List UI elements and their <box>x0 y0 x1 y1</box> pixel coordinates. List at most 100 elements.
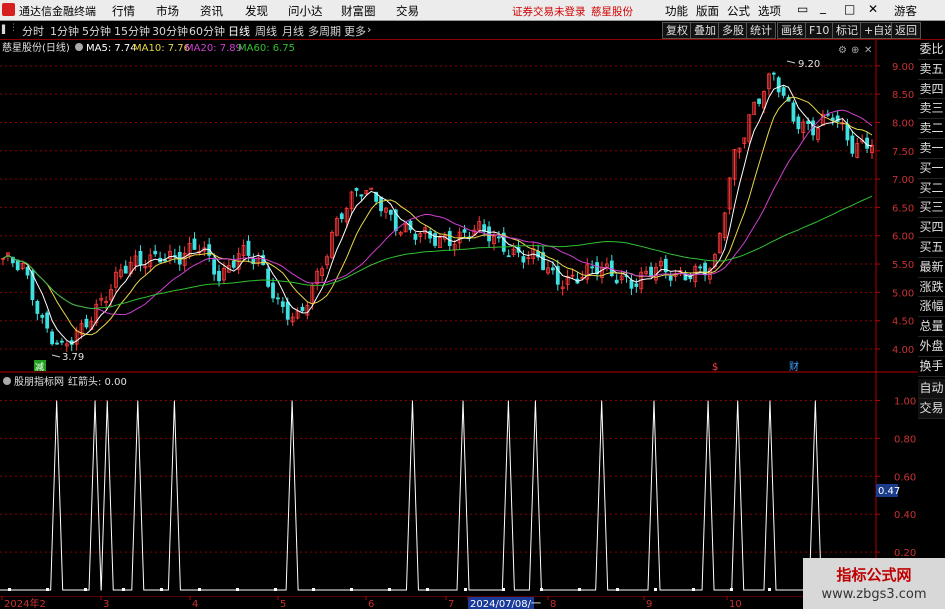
toolbar-menu-icon[interactable]: ▌ <box>2 25 8 34</box>
low-marker: 3.79 <box>62 352 84 363</box>
period-toolbar: ▌ ⋮ 分时 1分钟 5分钟 15分钟 30分钟 60分钟 日线 周线 月线 多… <box>0 21 945 40</box>
candle-body <box>634 283 639 287</box>
minimize-icon[interactable]: _ <box>820 0 826 14</box>
draw-line-button[interactable]: 画线 <box>777 22 807 39</box>
candle-body <box>757 98 761 104</box>
login-notice[interactable]: 证券交易未登录 <box>512 4 586 19</box>
side-button-15[interactable]: 外盘 <box>918 337 945 357</box>
side-button-4[interactable]: 卖二 <box>918 119 945 139</box>
ma-lines <box>2 84 873 345</box>
candle-body <box>50 331 54 345</box>
fuquan-button[interactable]: 复权 <box>662 22 692 39</box>
menu-zixun[interactable]: 资讯 <box>200 3 223 19</box>
candle-body <box>388 209 393 215</box>
window-list-icon[interactable]: ▭ <box>797 2 808 16</box>
candle-body <box>55 342 59 345</box>
side-button-1[interactable]: 卖五 <box>918 59 945 80</box>
menu-faxian[interactable]: 发现 <box>245 3 268 19</box>
x-axis-label: 6 <box>368 599 374 609</box>
kline-chart[interactable]: 9.00 8.50 8.00 7.50 7.00 6.50 6.00 5.50 5.00 4.50… <box>0 40 918 373</box>
maximize-icon[interactable]: □ <box>844 2 855 16</box>
menu-banmian[interactable]: 版面 <box>696 3 719 19</box>
menu-shichang[interactable]: 市场 <box>156 3 179 19</box>
stats-button[interactable]: 统计 <box>746 22 776 39</box>
baseline-dot <box>236 588 239 591</box>
side-button-14[interactable]: 总量 <box>918 317 945 337</box>
side-button-20[interactable]: 交易 <box>918 399 945 419</box>
high-marker-line <box>786 60 796 64</box>
sub-legend-toggle-icon[interactable] <box>3 377 11 385</box>
candle-body <box>791 102 796 122</box>
side-button-19[interactable]: 自动 <box>918 379 945 399</box>
side-button-8[interactable]: 买三 <box>918 198 945 219</box>
side-button-3[interactable]: 卖三 <box>918 99 945 120</box>
baseline-dot <box>46 588 49 591</box>
period-weekly[interactable]: 周线 <box>255 23 277 39</box>
period-daily[interactable]: 日线 <box>228 23 250 39</box>
main-gridlines <box>0 65 876 350</box>
baseline-dot <box>540 588 543 591</box>
f10-button[interactable]: F10 <box>805 22 834 39</box>
period-monthly[interactable]: 月线 <box>282 23 304 39</box>
legend-toggle-icon[interactable] <box>75 43 83 51</box>
side-button-11[interactable]: 最新 <box>918 257 945 278</box>
period-more[interactable]: 更多 <box>344 23 366 39</box>
candle-body <box>771 72 776 75</box>
menu-gongshi[interactable]: 公式 <box>727 3 750 19</box>
side-button-7[interactable]: 买二 <box>918 178 945 199</box>
candle-body <box>192 238 197 250</box>
indicator-chart[interactable]: 1.000.800.600.400.20 股朋指标网 红箭头: 0.00 0.4… <box>0 373 918 596</box>
flag-dollar[interactable]: $ <box>712 362 718 373</box>
baseline-dot <box>274 588 277 591</box>
x-axis-label: 10 <box>729 599 742 609</box>
date-axis: 2024年2 3 4 5 6 7 2024/07/08/一 8 9 10 <box>0 596 918 609</box>
chart-settings-icon[interactable]: ⚙ <box>838 45 847 56</box>
candle-body <box>550 267 555 271</box>
side-button-12[interactable]: 涨跌 <box>918 277 945 298</box>
side-button-6[interactable]: 买一 <box>918 158 945 179</box>
chevron-right-icon[interactable]: › <box>367 23 371 36</box>
period-5min[interactable]: 5分钟 <box>82 23 111 39</box>
overlay-button[interactable]: 叠加 <box>690 22 720 39</box>
multi-stock-button[interactable]: 多股 <box>718 22 748 39</box>
x-axis-label: 4 <box>192 599 198 609</box>
close-icon[interactable]: ✕ <box>868 2 878 16</box>
side-button-0[interactable]: 委比 <box>918 40 945 60</box>
chart-zoom-icon[interactable]: ⊕ <box>851 45 859 56</box>
period-15min[interactable]: 15分钟 <box>114 23 150 39</box>
menu-jiaoyi[interactable]: 交易 <box>396 3 419 19</box>
flag-jian[interactable]: 减 <box>35 361 44 373</box>
back-button[interactable]: 返回 <box>891 22 921 39</box>
side-button-16[interactable]: 换手 <box>918 356 945 377</box>
menu-hangqing[interactable]: 行情 <box>112 3 135 19</box>
guest-label[interactable]: 游客 <box>894 3 917 19</box>
period-1min[interactable]: 1分钟 <box>50 23 79 39</box>
side-button-13[interactable]: 涨幅 <box>918 297 945 318</box>
baseline-dot <box>160 588 163 591</box>
side-button-10[interactable]: 买五 <box>918 238 945 258</box>
baseline-dot <box>768 588 771 591</box>
candle-body <box>84 318 89 328</box>
menu-caifuquan[interactable]: 财富圈 <box>341 3 376 19</box>
chart-close-icon[interactable]: ✕ <box>864 45 872 56</box>
menu-gongneng[interactable]: 功能 <box>665 3 688 19</box>
baseline-dot <box>388 588 391 591</box>
candle-body <box>850 135 855 154</box>
flag-cai[interactable]: 财 <box>789 360 799 373</box>
period-fenshi[interactable]: 分时 <box>22 23 44 39</box>
side-button-2[interactable]: 卖四 <box>918 79 945 100</box>
candle-body <box>668 275 673 281</box>
side-button-5[interactable]: 卖一 <box>918 139 945 159</box>
menu-xuanxiang[interactable]: 选项 <box>758 3 781 19</box>
menu-wenxiaoda[interactable]: 问小达 <box>288 3 323 19</box>
main-y-label: 6.00 <box>892 232 914 243</box>
sub-y-label: 0.40 <box>894 510 916 521</box>
indicator-title: 股朋指标网 <box>14 375 64 388</box>
ma5-label: MA5: 7.74 <box>86 43 137 54</box>
side-button-9[interactable]: 买四 <box>918 218 945 238</box>
period-60min[interactable]: 60分钟 <box>189 23 225 39</box>
period-30min[interactable]: 30分钟 <box>152 23 188 39</box>
period-multi[interactable]: 多周期 <box>308 23 341 39</box>
mark-button[interactable]: 标记 <box>832 22 862 39</box>
baseline-dot <box>122 588 125 591</box>
